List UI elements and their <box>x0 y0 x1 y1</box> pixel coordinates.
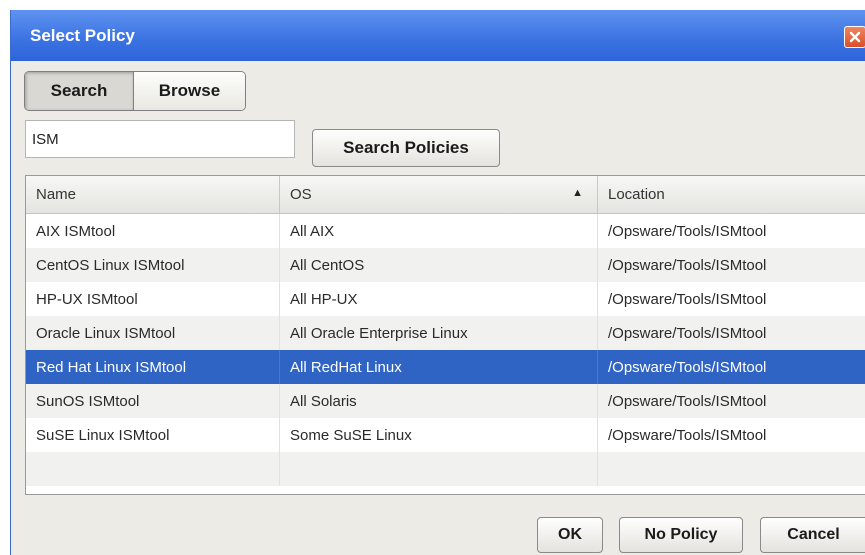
cell-name: SunOS ISMtool <box>26 384 280 418</box>
sort-ascending-icon: ▲ <box>572 187 583 199</box>
empty-cell <box>598 452 865 486</box>
cell-name: SuSE Linux ISMtool <box>26 418 280 452</box>
empty-cell <box>280 452 598 486</box>
search-tab-button[interactable]: Search <box>25 72 134 110</box>
cell-name: HP-UX ISMtool <box>26 282 280 316</box>
table-row[interactable]: HP-UX ISMtool All HP-UX /Opsware/Tools/I… <box>26 282 865 316</box>
search-browse-toggle: Search Browse <box>24 71 246 111</box>
cell-location: /Opsware/Tools/ISMtool <box>598 350 865 384</box>
cell-location: /Opsware/Tools/ISMtool <box>598 282 865 316</box>
cell-os: All AIX <box>280 214 598 248</box>
table-row[interactable]: AIX ISMtool All AIX /Opsware/Tools/ISMto… <box>26 214 865 248</box>
table-row[interactable]: CentOS Linux ISMtool All CentOS /Opsware… <box>26 248 865 282</box>
cell-location: /Opsware/Tools/ISMtool <box>598 248 865 282</box>
no-policy-button[interactable]: No Policy <box>619 517 743 553</box>
table-row-selected[interactable]: Red Hat Linux ISMtool All RedHat Linux /… <box>26 350 865 384</box>
empty-table-row <box>26 452 865 486</box>
table-header: Name OS ▲ Location <box>26 176 865 214</box>
browse-tab-button[interactable]: Browse <box>134 72 245 110</box>
cell-os: All HP-UX <box>280 282 598 316</box>
select-policy-dialog: Select Policy Search Browse Search Polic… <box>10 10 865 555</box>
column-header-os[interactable]: OS ▲ <box>280 176 598 213</box>
cell-os: Some SuSE Linux <box>280 418 598 452</box>
cell-name: Red Hat Linux ISMtool <box>26 350 280 384</box>
cell-name: CentOS Linux ISMtool <box>26 248 280 282</box>
close-icon <box>849 31 861 43</box>
table-row[interactable]: Oracle Linux ISMtool All Oracle Enterpri… <box>26 316 865 350</box>
cell-location: /Opsware/Tools/ISMtool <box>598 316 865 350</box>
close-button[interactable] <box>844 26 865 48</box>
cell-os: All RedHat Linux <box>280 350 598 384</box>
column-header-label: Location <box>608 186 665 203</box>
empty-cell <box>26 452 280 486</box>
search-input[interactable] <box>25 120 295 158</box>
column-header-location[interactable]: Location <box>598 176 865 213</box>
column-header-label: Name <box>36 186 77 203</box>
cell-location: /Opsware/Tools/ISMtool <box>598 384 865 418</box>
cell-name: AIX ISMtool <box>26 214 280 248</box>
column-header-label: OS <box>290 186 312 203</box>
cell-os: All Solaris <box>280 384 598 418</box>
cancel-button[interactable]: Cancel <box>760 517 865 553</box>
cell-location: /Opsware/Tools/ISMtool <box>598 418 865 452</box>
dialog-title: Select Policy <box>30 26 135 45</box>
search-policies-button[interactable]: Search Policies <box>312 129 500 167</box>
cell-location: /Opsware/Tools/ISMtool <box>598 214 865 248</box>
table-row[interactable]: SuSE Linux ISMtool Some SuSE Linux /Opsw… <box>26 418 865 452</box>
column-header-name[interactable]: Name <box>26 176 280 213</box>
cell-os: All Oracle Enterprise Linux <box>280 316 598 350</box>
title-bar[interactable]: Select Policy <box>11 10 865 61</box>
cell-name: Oracle Linux ISMtool <box>26 316 280 350</box>
table-row[interactable]: SunOS ISMtool All Solaris /Opsware/Tools… <box>26 384 865 418</box>
cell-os: All CentOS <box>280 248 598 282</box>
policy-table: Name OS ▲ Location AIX ISMtool All AIX /… <box>25 175 865 495</box>
ok-button[interactable]: OK <box>537 517 603 553</box>
